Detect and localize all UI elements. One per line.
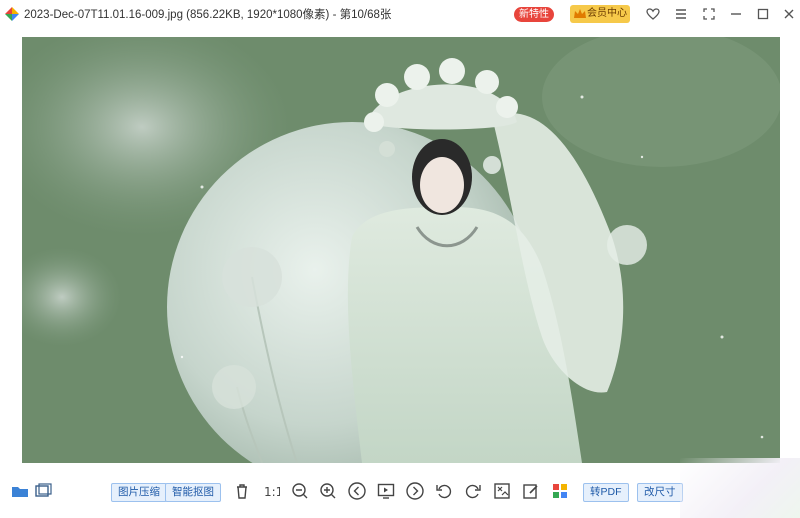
zoom-in-icon[interactable]: [318, 481, 338, 501]
vip-center-button[interactable]: 会员中心: [570, 5, 630, 23]
title-bar: 2023-Dec-07T11.01.16-009.jpg (856.22KB, …: [0, 0, 800, 28]
zoom-out-icon[interactable]: [290, 481, 310, 501]
prev-icon[interactable]: [347, 481, 367, 501]
photo-image: [22, 37, 780, 463]
image-viewer[interactable]: [22, 37, 780, 463]
folder-icon[interactable]: [10, 481, 30, 501]
minimize-icon[interactable]: [728, 6, 744, 22]
rotate-left-icon[interactable]: [434, 481, 454, 501]
convert-pdf-button[interactable]: 转PDF: [583, 483, 629, 502]
crop-icon[interactable]: [492, 481, 512, 501]
compress-image-button[interactable]: 图片压缩: [111, 483, 167, 502]
vip-center-label: 会员中心: [587, 8, 627, 19]
fullscreen-icon[interactable]: [701, 6, 717, 22]
next-icon[interactable]: [405, 481, 425, 501]
crown-icon: [574, 9, 586, 18]
actual-size-icon[interactable]: 1:1: [260, 481, 280, 501]
apps-icon[interactable]: [550, 481, 570, 501]
gallery-icon[interactable]: [33, 481, 53, 501]
corner-decoration: [680, 458, 800, 518]
delete-icon[interactable]: [232, 481, 252, 501]
slideshow-icon[interactable]: [376, 481, 396, 501]
resize-button[interactable]: 改尺寸: [637, 483, 683, 502]
close-icon[interactable]: [781, 6, 797, 22]
edit-icon[interactable]: [521, 481, 541, 501]
rotate-right-icon[interactable]: [463, 481, 483, 501]
new-features-badge[interactable]: 新特性: [514, 7, 554, 22]
maximize-icon[interactable]: [755, 6, 771, 22]
svg-text:1:1: 1:1: [264, 485, 280, 499]
heart-icon[interactable]: [645, 6, 661, 22]
app-logo-icon: [4, 6, 20, 22]
smart-cutout-button[interactable]: 智能抠图: [165, 483, 221, 502]
window-title: 2023-Dec-07T11.01.16-009.jpg (856.22KB, …: [24, 9, 392, 21]
menu-icon[interactable]: [673, 6, 689, 22]
